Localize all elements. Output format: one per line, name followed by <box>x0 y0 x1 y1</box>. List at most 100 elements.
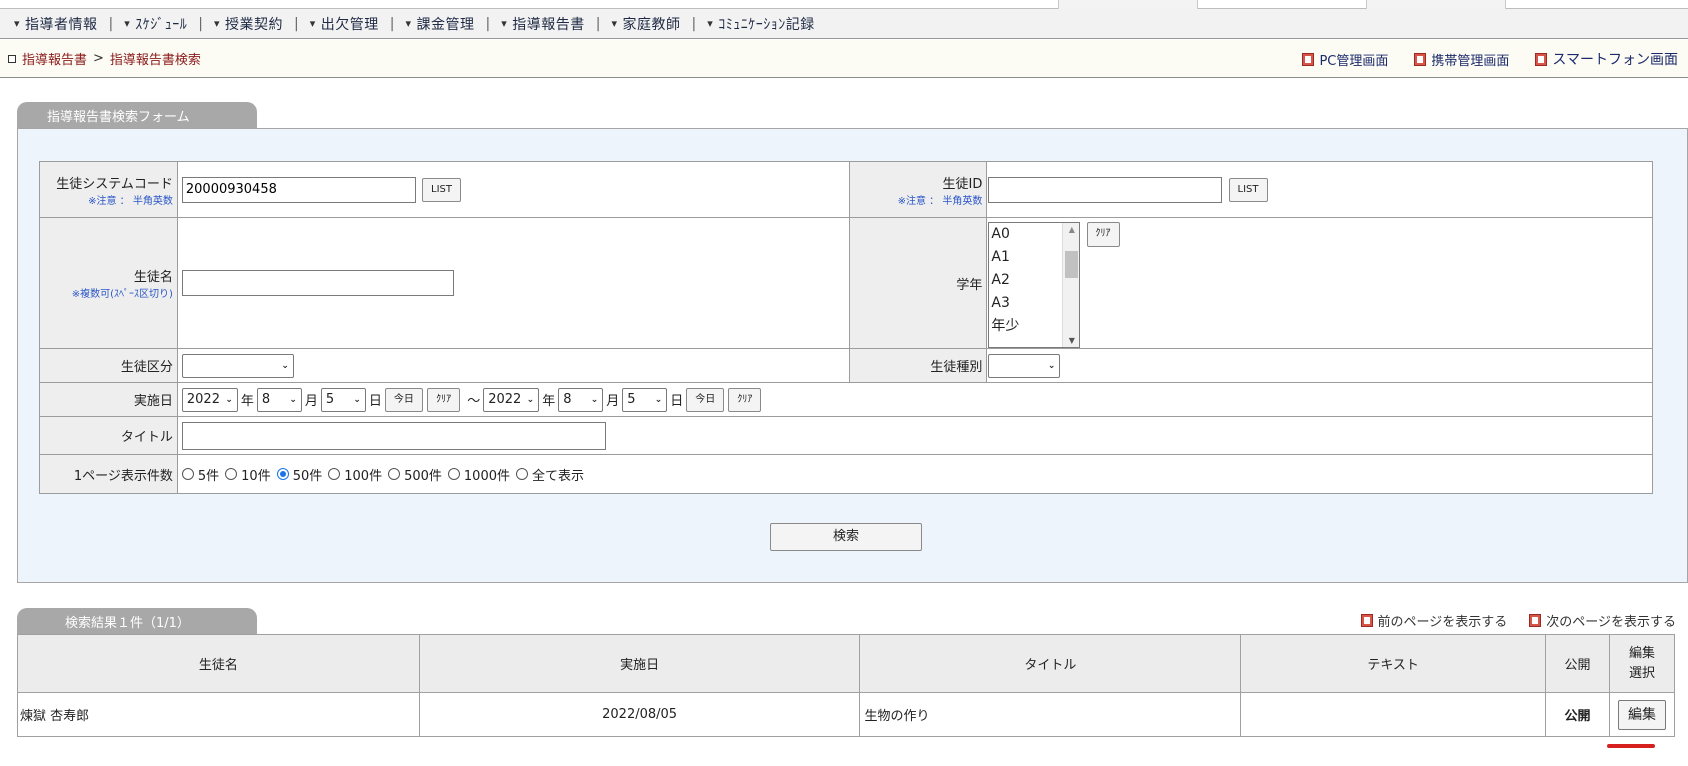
date-to-month-select[interactable]: 8 ⌄ <box>558 387 604 412</box>
per-page-radio[interactable]: 5件 <box>181 465 220 484</box>
document-icon <box>1535 52 1548 66</box>
student-system-code-label-cell: 生徒システムコード ※注意 ： 半角英数 <box>39 161 178 218</box>
prev-page-link[interactable]: 前のページを表示する <box>1360 611 1507 630</box>
breadcrumb-current[interactable]: 指導報告書検索 <box>110 49 201 68</box>
search-form-panel: 生徒システムコード ※注意 ： 半角英数 LIST 生徒ID ※注意 ： 半角英… <box>17 128 1688 583</box>
date-from-month-value: 8 <box>261 392 271 407</box>
date-to-year-select[interactable]: 2022 ⌄ <box>483 387 540 412</box>
date-from-clear-button[interactable]: ｸﾘｱ <box>427 387 461 412</box>
scroll-up-arrow-icon[interactable]: ▲ <box>1063 225 1080 234</box>
menu-item[interactable]: ▾ 授業契約 <box>214 14 283 34</box>
student-id-label-cell: 生徒ID ※注意 ： 半角英数 <box>848 161 988 218</box>
pc-admin-link-label: PC管理画面 <box>1319 53 1389 69</box>
date-from-month-select[interactable]: 8 ⌄ <box>256 387 302 412</box>
triangle-down-icon: ▾ <box>611 17 618 30</box>
smartphone-link[interactable]: スマートフォン画面 <box>1535 49 1678 69</box>
per-page-radio-group: 5件 10件 50件 100件 500件 1000件 全て表示 <box>176 454 1654 494</box>
menu-item[interactable]: ▾ ｺﾐｭﾆｹｰｼｮﾝ記録 <box>707 14 815 34</box>
menu-separator: | <box>389 15 395 32</box>
title-input[interactable] <box>181 421 606 450</box>
breadcrumb-parent[interactable]: 指導報告書 <box>22 49 87 68</box>
per-page-radio-label: 500件 <box>404 468 442 484</box>
grade-label-cell: 学年 <box>848 217 988 349</box>
date-from-year-value: 2022 <box>186 392 220 407</box>
student-id-input[interactable] <box>988 176 1223 203</box>
student-name-label-cell: 生徒名 ※複数可(ｽﾍﾟｰｽ区切り) <box>39 217 178 349</box>
grade-listbox-scrollbar[interactable]: ▲ ▼ <box>1062 223 1080 347</box>
student-category-label-cell: 生徒区分 <box>39 348 178 383</box>
menu-item[interactable]: ▾ 課金管理 <box>406 14 475 34</box>
menu-item-label: 家庭教師 <box>622 16 681 33</box>
grade-listbox[interactable]: A0 A1 A2 A3 年少 ▲ ▼ <box>988 222 1081 348</box>
triangle-down-icon: ▾ <box>309 17 316 30</box>
menu-item[interactable]: ▾ 家庭教師 <box>612 14 681 34</box>
menu-item[interactable]: ▾ 指導者情報 <box>14 14 98 34</box>
radio-circle-icon[interactable] <box>516 468 528 480</box>
grade-clear-button[interactable]: ｸﾘｱ <box>1086 222 1120 247</box>
column-header: タイトル <box>859 634 1242 693</box>
per-page-radio[interactable]: 10件 <box>225 465 271 484</box>
results-tab-title: 検索結果１件（1/1） <box>65 615 190 631</box>
per-page-radio[interactable]: 50件 <box>276 465 322 484</box>
pc-admin-link[interactable]: PC管理画面 <box>1302 50 1388 69</box>
smartphone-link-label: スマートフォン画面 <box>1552 52 1678 68</box>
per-page-radio-label: 5件 <box>197 468 220 484</box>
radio-circle-icon[interactable] <box>388 468 401 480</box>
student-id-list-button[interactable]: LIST <box>1228 177 1268 202</box>
date-from-today-button[interactable]: 今日 <box>384 387 423 412</box>
column-header: テキスト <box>1240 634 1547 693</box>
menu-item[interactable]: ▾ ｽｹｼﾞｭｰﾙ <box>124 14 187 34</box>
table-row: 煉獄 杏寿郎 2022/08/05 生物の作り 公開 編集 <box>17 692 1676 737</box>
radio-circle-icon[interactable] <box>328 468 341 480</box>
date-from-year-select[interactable]: 2022 ⌄ <box>181 387 238 412</box>
student-system-code-list-button[interactable]: LIST <box>422 177 461 202</box>
menu-separator: | <box>595 15 601 32</box>
student-type-select[interactable]: ⌄ <box>988 353 1061 378</box>
edit-button[interactable]: 編集 <box>1617 699 1666 730</box>
student-name-input[interactable] <box>181 270 454 296</box>
next-page-link[interactable]: 次のページを表示する <box>1529 611 1676 630</box>
radio-circle-icon[interactable] <box>276 468 289 480</box>
student-system-code-input[interactable] <box>181 176 416 203</box>
radio-circle-icon[interactable] <box>447 468 460 480</box>
menu-separator: | <box>108 15 114 32</box>
date-to-day-select[interactable]: 5 ⌄ <box>622 387 668 412</box>
menu-item-label: 指導報告書 <box>512 16 585 33</box>
date-to-clear-button[interactable]: ｸﾘｱ <box>728 387 762 412</box>
student-name-note: ※複数可(ｽﾍﾟｰｽ区切り) <box>71 289 173 300</box>
date-to-today-button[interactable]: 今日 <box>686 387 725 412</box>
per-page-radio[interactable]: 1000件 <box>447 465 510 484</box>
title-label-cell: タイトル <box>39 416 178 455</box>
per-page-radio-label: 10件 <box>241 468 271 484</box>
student-category-label: 生徒区分 <box>120 360 173 375</box>
student-system-code-note: ※注意 ： 半角英数 <box>88 195 173 207</box>
search-button[interactable]: 検索 <box>770 523 922 551</box>
radio-circle-icon[interactable] <box>225 468 238 480</box>
per-page-radio[interactable]: 100件 <box>328 465 382 484</box>
menu-item-label: 授業契約 <box>225 16 284 33</box>
mobile-admin-link[interactable]: 携帯管理画面 <box>1414 50 1509 69</box>
scroll-down-arrow-icon[interactable]: ▼ <box>1063 336 1080 345</box>
per-page-radio[interactable]: 全て表示 <box>516 465 584 484</box>
edit-select-header: 編集選択 <box>1628 645 1655 681</box>
results-tab: 検索結果１件（1/1） <box>17 608 257 634</box>
menu-item[interactable]: ▾ 出欠管理 <box>310 14 379 34</box>
pager: 前のページを表示する 次のページを表示する <box>1339 611 1676 630</box>
chevron-down-icon: ⌄ <box>526 394 535 405</box>
column-header: 編集選択 <box>1608 634 1676 693</box>
per-page-radio[interactable]: 500件 <box>388 465 442 484</box>
top-tab-stub <box>1366 0 1506 9</box>
radio-circle-icon[interactable] <box>181 468 194 480</box>
menu-item[interactable]: ▾ 指導報告書 <box>501 14 585 34</box>
search-form-tab: 指導報告書検索フォーム <box>17 102 257 128</box>
per-page-radio-label: 全て表示 <box>532 468 585 484</box>
student-category-select[interactable]: ⌄ <box>181 353 294 378</box>
top-strip <box>0 0 1688 9</box>
date-from-day-select[interactable]: 5 ⌄ <box>320 387 366 412</box>
chevron-down-icon: ⌄ <box>1047 360 1056 371</box>
breadcrumb: 指導報告書 > 指導報告書検索 PC管理画面 携帯管理画面 スマートフォン画面 <box>0 40 1688 78</box>
chevron-down-icon: ⌄ <box>353 394 361 405</box>
scrollbar-thumb[interactable] <box>1065 251 1079 278</box>
column-header: 実施日 <box>418 634 861 693</box>
search-form-table: 生徒システムコード ※注意 ： 半角英数 LIST 生徒ID ※注意 ： 半角英… <box>39 161 1654 494</box>
